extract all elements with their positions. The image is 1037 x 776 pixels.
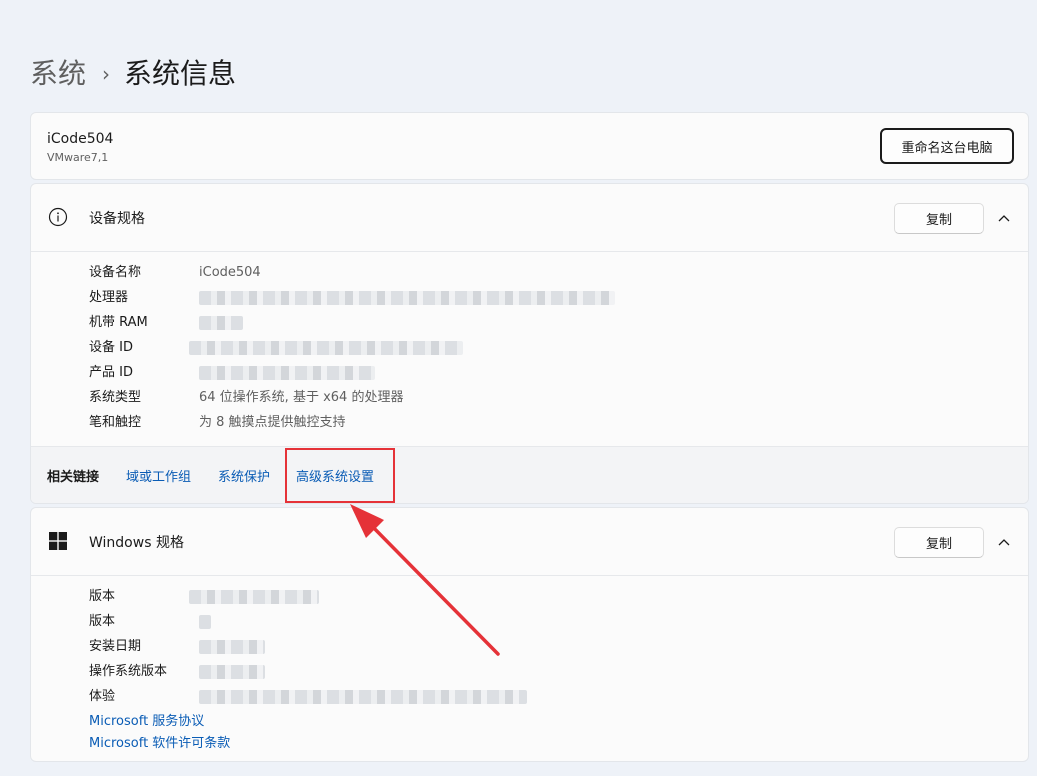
rename-pc-button[interactable]: 重命名这台电脑 xyxy=(880,128,1014,164)
windows-spec-title: Windows 规格 xyxy=(89,535,184,551)
page-title: 系统信息 xyxy=(124,57,237,90)
device-name: iCode504 xyxy=(47,131,114,147)
redacted-value xyxy=(199,665,265,679)
spec-value: 64 位操作系统, 基于 x64 的处理器 xyxy=(199,390,404,405)
redacted-value xyxy=(189,341,463,355)
redacted-value xyxy=(199,316,243,330)
related-links-label: 相关链接 xyxy=(47,470,100,485)
spec-label: 产品 ID xyxy=(89,365,133,380)
domain-workgroup-link[interactable]: 域或工作组 xyxy=(126,466,191,485)
system-protection-link[interactable]: 系统保护 xyxy=(218,466,270,485)
redacted-value xyxy=(199,690,527,704)
spec-label: 安装日期 xyxy=(89,639,142,654)
chevron-up-icon[interactable] xyxy=(994,208,1014,228)
spec-label: 机带 RAM xyxy=(89,315,148,330)
spec-label: 笔和触控 xyxy=(89,415,142,430)
device-spec-title: 设备规格 xyxy=(89,211,145,227)
info-icon xyxy=(48,207,68,227)
spec-label: 体验 xyxy=(89,689,116,704)
breadcrumb: 系统 › 系统信息 xyxy=(30,52,236,96)
breadcrumb-parent[interactable]: 系统 xyxy=(30,52,86,96)
redacted-value xyxy=(199,640,265,654)
redacted-value xyxy=(199,291,615,305)
chevron-up-icon[interactable] xyxy=(994,532,1014,552)
microsoft-license-terms-link[interactable]: Microsoft 软件许可条款 xyxy=(89,733,230,755)
highlight-box xyxy=(285,448,395,503)
breadcrumb-separator: › xyxy=(102,62,111,86)
spec-label: 版本 xyxy=(89,614,116,629)
redacted-value xyxy=(199,366,375,380)
redacted-value xyxy=(199,615,211,629)
device-spec-header[interactable]: 设备规格 复制 xyxy=(31,184,1028,252)
redacted-value xyxy=(189,590,319,604)
spec-value: iCode504 xyxy=(199,265,261,280)
related-links-bar: 相关链接 域或工作组 系统保护 高级系统设置 xyxy=(31,446,1028,503)
spec-label: 设备 ID xyxy=(89,340,133,355)
windows-logo-icon xyxy=(49,532,67,550)
device-card: iCode504 VMware7,1 重命名这台电脑 xyxy=(30,112,1029,180)
copy-device-spec-button[interactable]: 复制 xyxy=(894,203,984,234)
spec-label: 版本 xyxy=(89,589,116,604)
copy-windows-spec-button[interactable]: 复制 xyxy=(894,527,984,558)
spec-value: 为 8 触摸点提供触控支持 xyxy=(199,415,346,430)
spec-label: 处理器 xyxy=(89,290,129,305)
spec-label: 设备名称 xyxy=(89,265,142,280)
windows-spec-card: Windows 规格 复制 版本 版本 安装日期 操作系统版本 体验 Micro… xyxy=(30,507,1029,762)
settings-page: 系统 › 系统信息 iCode504 VMware7,1 重命名这台电脑 设备规… xyxy=(0,0,1037,776)
spec-label: 操作系统版本 xyxy=(89,664,168,679)
device-model: VMware7,1 xyxy=(47,151,109,164)
spec-label: 系统类型 xyxy=(89,390,142,405)
windows-spec-header[interactable]: Windows 规格 复制 xyxy=(31,508,1028,576)
microsoft-services-agreement-link[interactable]: Microsoft 服务协议 xyxy=(89,711,230,733)
device-spec-card: 设备规格 复制 设备名称 iCode504 处理器 机带 RAM 设备 ID 产… xyxy=(30,183,1029,504)
windows-links: Microsoft 服务协议 Microsoft 软件许可条款 xyxy=(89,711,230,755)
